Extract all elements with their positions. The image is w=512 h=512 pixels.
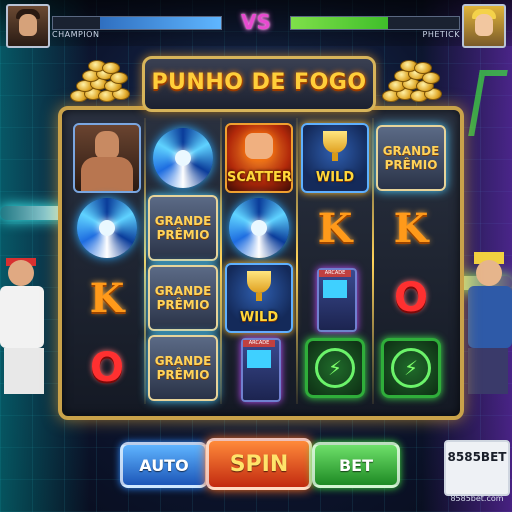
- reel-symbol: GRANDE PRÊMIO: [148, 334, 218, 402]
- reel-symbol: [72, 194, 142, 262]
- bolt-glyph: ⚡: [315, 348, 355, 388]
- trophy-icon: WILD: [301, 123, 369, 193]
- reel-symbol: K: [72, 264, 142, 332]
- arcade-cabinet-icon: ARCADE: [307, 266, 363, 332]
- reel-symbol: GRANDE PRÊMIO: [376, 124, 446, 192]
- grand-prize-line1: GRANDE: [382, 144, 440, 158]
- reel-symbol: ⚡: [300, 334, 370, 402]
- reel-symbol: K: [300, 194, 370, 262]
- blue-vortex-icon: [77, 198, 137, 258]
- reel-divider: [220, 118, 222, 404]
- grand-prize-line2: PRÊMIO: [156, 368, 210, 382]
- reel-symbol: SCATTER: [224, 123, 294, 193]
- face-icon: [19, 14, 37, 36]
- letter-o-icon: O: [393, 275, 428, 321]
- reel-symbol: GRANDE PRÊMIO: [148, 264, 218, 332]
- face-icon: [475, 14, 493, 36]
- fighter-portrait-icon: [73, 123, 141, 193]
- reel-symbol: K: [376, 194, 446, 262]
- game-title: PUNHO DE FOGO: [151, 70, 367, 95]
- player1-avatar: [6, 4, 50, 48]
- flaming-fist-icon: SCATTER: [225, 123, 293, 193]
- wild-label: WILD: [315, 170, 355, 185]
- grand-symbol: GRANDE PRÊMIO: [148, 195, 218, 261]
- lightning-bolt-icon: ⚡: [381, 338, 441, 398]
- coin-pile-left: [70, 60, 130, 104]
- auto-button[interactable]: AUTO: [120, 442, 208, 488]
- reel-4: WILD K ARCADE ⚡: [300, 120, 370, 402]
- grand-prize-line1: GRANDE: [154, 354, 212, 368]
- coin-icon: [414, 62, 432, 74]
- arcade-cabinet-icon: ARCADE: [231, 336, 287, 402]
- reel-symbol: [224, 194, 294, 262]
- reel-symbol: [72, 123, 142, 193]
- reel-divider: [296, 118, 298, 404]
- fight-hud: CHAMPION VS PHETICK: [0, 0, 512, 48]
- brand-url[interactable]: 8585bet.com: [444, 494, 510, 503]
- reel-symbol: ARCADE: [300, 264, 370, 332]
- grand-prize-line1: GRANDE: [154, 214, 212, 228]
- fighter-body: [0, 286, 44, 348]
- trophy-icon: WILD: [225, 263, 293, 333]
- reel-symbol: ⚡: [376, 334, 446, 402]
- wild-label: WILD: [239, 310, 279, 325]
- fighter-legs: [4, 348, 44, 394]
- fighter-legs: [468, 348, 508, 394]
- vs-label: VS: [241, 10, 271, 34]
- fighter-head: [8, 260, 34, 286]
- arcade-marquee: ARCADE: [319, 270, 351, 277]
- scatter-label: SCATTER: [227, 170, 292, 185]
- coin-pile-right: [382, 60, 442, 104]
- fighter-body: [468, 286, 512, 348]
- letter-k-icon: K: [89, 274, 125, 322]
- reel-symbol: [148, 124, 218, 192]
- letter-k-icon: K: [317, 204, 353, 252]
- brand-name: 8585BET: [447, 450, 507, 464]
- cup-icon: [247, 271, 271, 293]
- grand-symbol: GRANDE PRÊMIO: [148, 335, 218, 401]
- player2-health-bar: [290, 16, 460, 30]
- blue-vortex-icon: [229, 198, 289, 258]
- fist-icon: [245, 133, 273, 159]
- lightning-bolt-icon: ⚡: [305, 338, 365, 398]
- brand-badge[interactable]: 8585BET: [444, 440, 510, 496]
- reel-3: SCATTER WILD ARCADE: [224, 120, 294, 402]
- letter-o-icon: O: [89, 345, 124, 391]
- player1-name: CHAMPION: [52, 30, 100, 39]
- letter-k-icon: K: [393, 204, 429, 252]
- slot-reels-frame: K O GRANDE PRÊMIO GRANDE PRÊMIO GRANDE PRÊMIO SC…: [58, 106, 464, 420]
- grand-prize-line1: GRANDE: [154, 284, 212, 298]
- coin-icon: [102, 62, 120, 74]
- fighter-head: [476, 260, 502, 286]
- reel-symbol: WILD: [300, 123, 370, 193]
- player1-health-bar: [52, 16, 222, 30]
- grand-symbol: GRANDE PRÊMIO: [376, 125, 446, 191]
- reel-symbol: ARCADE: [224, 334, 294, 402]
- bolt-glyph: ⚡: [391, 348, 431, 388]
- grand-prize-line2: PRÊMIO: [156, 228, 210, 242]
- grand-symbol: GRANDE PRÊMIO: [148, 265, 218, 331]
- player1-health-fill: [100, 17, 221, 29]
- spin-button[interactable]: SPIN: [206, 438, 312, 490]
- grand-prize-line2: PRÊMIO: [384, 158, 438, 172]
- blue-vortex-icon: [153, 128, 213, 188]
- player2-avatar: [462, 4, 506, 48]
- left-fighter: [0, 250, 60, 400]
- cup-icon: [323, 131, 347, 153]
- reel-symbol: GRANDE PRÊMIO: [148, 194, 218, 262]
- reel-1: KO: [72, 120, 142, 402]
- arcade-marquee: ARCADE: [243, 340, 275, 347]
- reel-5: GRANDE PRÊMIO K O ⚡: [376, 120, 446, 402]
- reel-symbol: O: [376, 264, 446, 332]
- reel-symbol: WILD: [224, 263, 294, 333]
- reel-divider: [144, 118, 146, 404]
- reel-2: GRANDE PRÊMIO GRANDE PRÊMIO GRANDE PRÊMIO: [148, 120, 218, 402]
- player2-health-fill: [291, 17, 389, 29]
- reel-symbol: O: [72, 334, 142, 402]
- bet-button[interactable]: BET: [312, 442, 400, 488]
- reel-divider: [372, 118, 374, 404]
- player2-name: PHETICK: [422, 30, 460, 39]
- game-title-plate: PUNHO DE FOGO: [142, 56, 376, 112]
- grand-prize-line2: PRÊMIO: [156, 298, 210, 312]
